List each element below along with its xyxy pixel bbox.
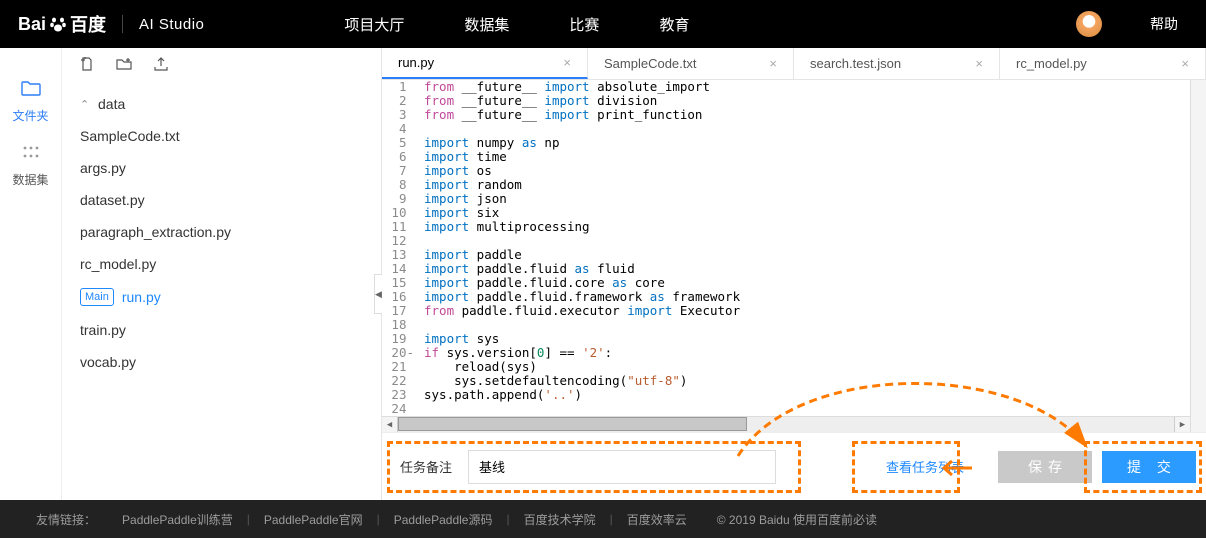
baidu-paw-icon: Bai 百度: [18, 11, 106, 37]
tree-file[interactable]: paragraph_extraction.py: [78, 216, 365, 248]
close-icon[interactable]: ×: [975, 56, 983, 71]
folder-icon: [21, 80, 41, 101]
h-scrollbar[interactable]: ◀ ▶: [382, 416, 1190, 432]
footer-link[interactable]: 百度技术学院: [524, 511, 596, 528]
footer: 友情链接： PaddlePaddle训练营| PaddlePaddle官网| P…: [0, 500, 1206, 538]
top-nav: Bai 百度 AI Studio 项目大厅 数据集 比赛 教育 帮助: [0, 0, 1206, 48]
tree-file[interactable]: rc_model.py: [78, 248, 365, 280]
editor-tabs: run.py× SampleCode.txt× search.test.json…: [382, 48, 1206, 80]
close-icon[interactable]: ×: [1181, 56, 1189, 71]
code-editor[interactable]: 1 from __future__ import absolute_import…: [382, 80, 1206, 432]
studio-label: AI Studio: [139, 16, 204, 33]
footer-label: 友情链接：: [36, 511, 96, 528]
scroll-left-icon[interactable]: ◀: [382, 417, 398, 433]
file-panel: ⌃data SampleCode.txt args.py dataset.py …: [62, 48, 382, 500]
tree-file[interactable]: train.py: [78, 314, 365, 346]
tab-search[interactable]: search.test.json×: [794, 48, 1000, 79]
close-icon[interactable]: ×: [563, 55, 571, 70]
remark-input[interactable]: [468, 450, 776, 484]
dataset-icon: [21, 144, 41, 165]
tree-file-main[interactable]: Mainrun.py: [78, 280, 365, 314]
scroll-thumb[interactable]: [398, 417, 747, 431]
file-toolbar: [62, 48, 381, 84]
scroll-right-icon[interactable]: ▶: [1174, 417, 1190, 433]
help-link[interactable]: 帮助: [1150, 14, 1178, 34]
footer-link[interactable]: PaddlePaddle训练营: [122, 511, 233, 528]
action-bar: 任务备注 查看任务列表 保存 提 交: [382, 432, 1206, 500]
scroll-track[interactable]: [398, 417, 1174, 433]
new-folder-icon[interactable]: [116, 57, 132, 75]
upload-icon[interactable]: [154, 57, 168, 75]
tab-run[interactable]: run.py×: [382, 48, 588, 79]
new-file-icon[interactable]: [80, 57, 94, 75]
view-tasks-link[interactable]: 查看任务列表: [886, 457, 964, 476]
avatar[interactable]: [1076, 11, 1102, 37]
main-nav: 项目大厅 数据集 比赛 教育: [344, 14, 689, 35]
footer-link[interactable]: PaddlePaddle官网: [264, 511, 363, 528]
footer-link[interactable]: PaddlePaddle源码: [394, 511, 493, 528]
sidebar-files[interactable]: 文件夹: [0, 72, 61, 132]
close-icon[interactable]: ×: [769, 56, 777, 71]
chevron-down-icon: ⌃: [80, 98, 90, 111]
tree-file[interactable]: vocab.py: [78, 346, 365, 378]
sidebar-datasets[interactable]: 数据集: [0, 136, 61, 196]
footer-copyright: © 2019 Baidu 使用百度前必读: [717, 511, 877, 528]
nav-projects[interactable]: 项目大厅: [344, 14, 404, 35]
nav-competitions[interactable]: 比赛: [569, 14, 599, 35]
tab-rcmodel[interactable]: rc_model.py×: [1000, 48, 1206, 79]
tree-file[interactable]: SampleCode.txt: [78, 120, 365, 152]
nav-education[interactable]: 教育: [659, 14, 689, 35]
editor-area: ◀ run.py× SampleCode.txt× search.test.js…: [382, 48, 1206, 500]
tab-sample[interactable]: SampleCode.txt×: [588, 48, 794, 79]
collapse-handle[interactable]: ◀: [374, 274, 382, 314]
main-tag: Main: [80, 288, 114, 306]
tree-folder[interactable]: ⌃data: [78, 88, 365, 120]
divider: [122, 15, 123, 33]
tree-file[interactable]: dataset.py: [78, 184, 365, 216]
main-area: 文件夹 数据集 ⌃data SampleCode.txt args.py dat…: [0, 48, 1206, 500]
file-tree: ⌃data SampleCode.txt args.py dataset.py …: [62, 84, 381, 500]
nav-datasets[interactable]: 数据集: [464, 14, 509, 35]
submit-button[interactable]: 提 交: [1102, 451, 1196, 483]
logo[interactable]: Bai 百度 AI Studio: [18, 11, 204, 37]
save-button[interactable]: 保存: [998, 451, 1092, 483]
remark-label: 任务备注: [400, 457, 452, 476]
sidebar-datasets-label: 数据集: [12, 171, 48, 188]
tree-file[interactable]: args.py: [78, 152, 365, 184]
icon-sidebar: 文件夹 数据集: [0, 48, 62, 500]
footer-link[interactable]: 百度效率云: [627, 511, 687, 528]
sidebar-files-label: 文件夹: [12, 107, 48, 124]
